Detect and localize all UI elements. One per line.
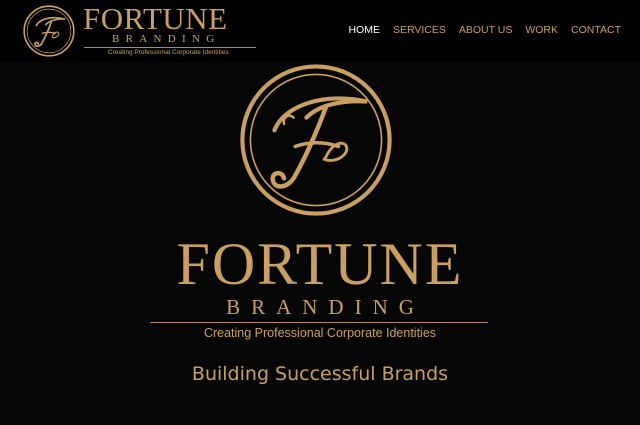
fortune-f-monogram-icon — [23, 5, 75, 57]
header-tagline: Creating Professional Corporate Identiti… — [108, 49, 229, 56]
hero-brand-name: FORTUNE — [176, 231, 464, 297]
nav-services[interactable]: SERVICES — [393, 23, 446, 37]
nav-home[interactable]: HOME — [348, 23, 380, 37]
header-divider — [84, 47, 256, 48]
hero-brand-sub: BRANDING — [226, 295, 425, 319]
nav-about-us[interactable]: ABOUT US — [459, 23, 512, 37]
header-logo[interactable]: FORTUNE BRANDING Creating Professional C… — [20, 2, 265, 60]
hero-divider — [150, 322, 488, 323]
main-nav: HOME SERVICES ABOUT US WORK CONTACT — [335, 22, 621, 38]
header-brand-name: FORTUNE — [83, 1, 228, 36]
fortune-f-monogram-icon — [240, 64, 392, 216]
site-header: FORTUNE BRANDING Creating Professional C… — [0, 0, 640, 62]
hero-slogan: Building Successful Brands — [191, 363, 449, 385]
nav-contact[interactable]: CONTACT — [571, 23, 621, 37]
hero-tagline: Creating Professional Corporate Identiti… — [203, 326, 437, 340]
nav-work[interactable]: WORK — [525, 23, 558, 37]
header-brand-sub: BRANDING — [112, 33, 221, 45]
